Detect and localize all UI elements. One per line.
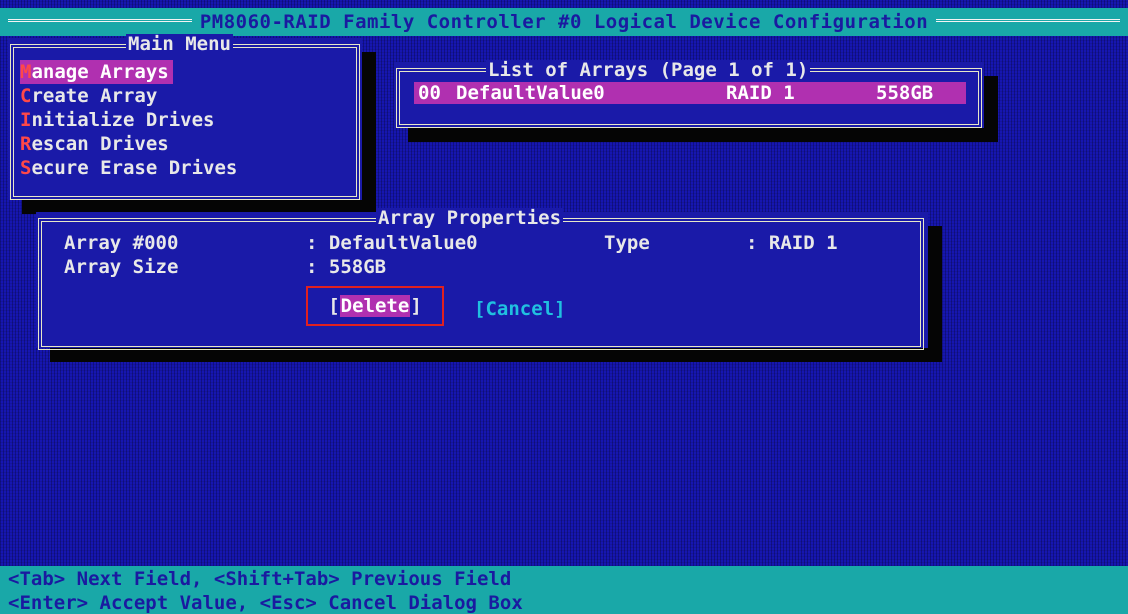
menu-item-label: escan Drives: [31, 133, 169, 155]
array-row[interactable]: 00 DefaultValue0 RAID 1 558GB: [414, 82, 966, 104]
hotkey: R: [20, 133, 32, 155]
array-name: DefaultValue0: [456, 82, 605, 104]
delete-button[interactable]: [Delete]: [306, 286, 444, 326]
hotkey: S: [20, 157, 32, 179]
array-size-label: Array Size: [64, 256, 179, 278]
type-value: : RAID 1: [746, 232, 838, 254]
menu-item-label: nitialize Drives: [31, 109, 215, 131]
arrays-list-panel: List of Arrays (Page 1 of 1) 00 DefaultV…: [394, 59, 984, 128]
main-menu-panel: Main Menu Manage Arrays Create Array Ini…: [8, 34, 362, 200]
hotkey: I: [20, 109, 32, 131]
array-raid-level: RAID 1: [726, 82, 795, 104]
delete-bracket-open: [: [328, 295, 340, 317]
main-menu-title: Main Menu: [126, 33, 233, 55]
cancel-button[interactable]: [Cancel]: [474, 298, 566, 320]
menu-item-initialize-drives[interactable]: Initialize Drives: [20, 108, 214, 132]
array-name-value: : DefaultValue0: [306, 232, 478, 254]
menu-item-label: anage Arrays: [31, 61, 169, 83]
arrays-list-title: List of Arrays (Page 1 of 1): [486, 59, 811, 81]
menu-item-create-array[interactable]: Create Array: [20, 84, 157, 108]
screen-title: PM8060-RAID Family Controller #0 Logical…: [199, 11, 929, 33]
type-label: Type: [604, 232, 650, 254]
hotkey: C: [20, 85, 32, 107]
array-size: 558GB: [876, 82, 934, 104]
array-properties-title: Array Properties: [376, 207, 564, 229]
help-footer: <Tab> Next Field, <Shift+Tab> Previous F…: [0, 566, 1128, 614]
help-line-2: <Enter> Accept Value, <Esc> Cancel Dialo…: [8, 592, 523, 614]
delete-bracket-close: ]: [410, 295, 422, 317]
menu-item-rescan-drives[interactable]: Rescan Drives: [20, 132, 169, 156]
array-size-value: : 558GB: [306, 256, 387, 278]
array-id-label: Array #000: [64, 232, 179, 254]
help-line-1: <Tab> Next Field, <Shift+Tab> Previous F…: [8, 568, 512, 590]
hotkey: M: [20, 61, 32, 83]
array-index: 00: [418, 82, 441, 104]
menu-item-label: ecure Erase Drives: [31, 157, 238, 179]
bios-screen: PM8060-RAID Family Controller #0 Logical…: [0, 0, 1128, 614]
title-bar: PM8060-RAID Family Controller #0 Logical…: [0, 8, 1128, 36]
delete-label: Delete: [339, 295, 411, 317]
menu-item-label: reate Array: [31, 85, 158, 107]
menu-item-manage-arrays[interactable]: Manage Arrays: [20, 60, 173, 84]
array-properties-dialog: Array Properties Array #000 : DefaultVal…: [36, 208, 928, 350]
title-rule-left: [8, 19, 192, 25]
title-rule-right: [936, 19, 1120, 25]
menu-item-secure-erase-drives[interactable]: Secure Erase Drives: [20, 156, 237, 180]
